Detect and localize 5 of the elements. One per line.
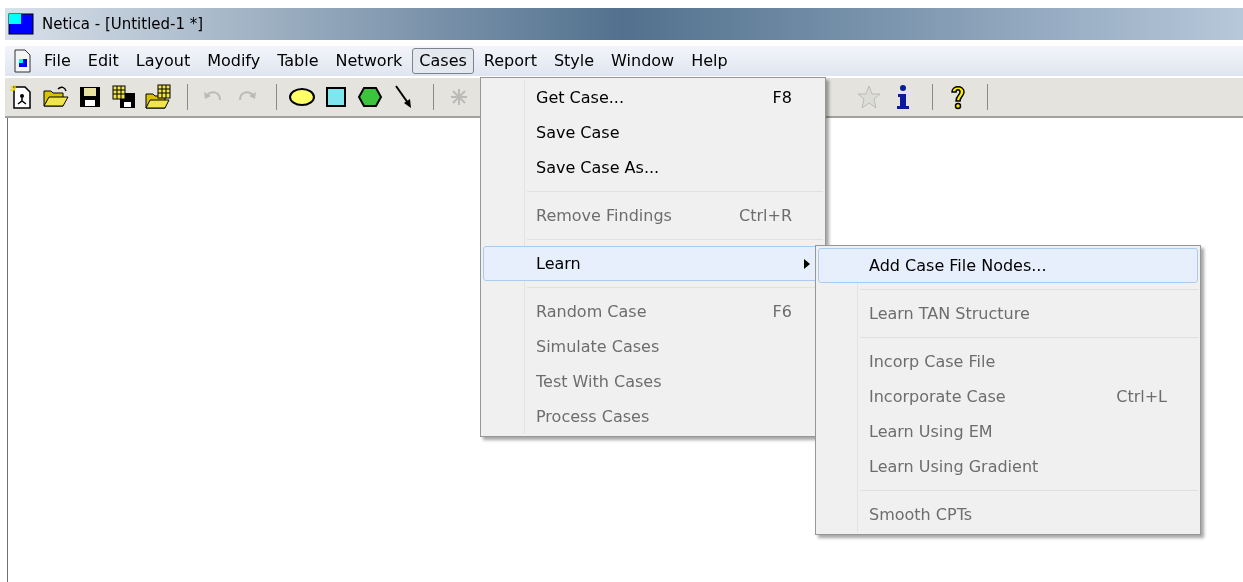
shortcut-label: Ctrl+L — [1116, 385, 1167, 408]
shortcut-label: F8 — [772, 86, 792, 109]
shortcut-label: F6 — [772, 300, 792, 323]
shortcut-label: Ctrl+R — [739, 204, 792, 227]
window-title: Netica - [Untitled-1 *] — [42, 13, 204, 35]
